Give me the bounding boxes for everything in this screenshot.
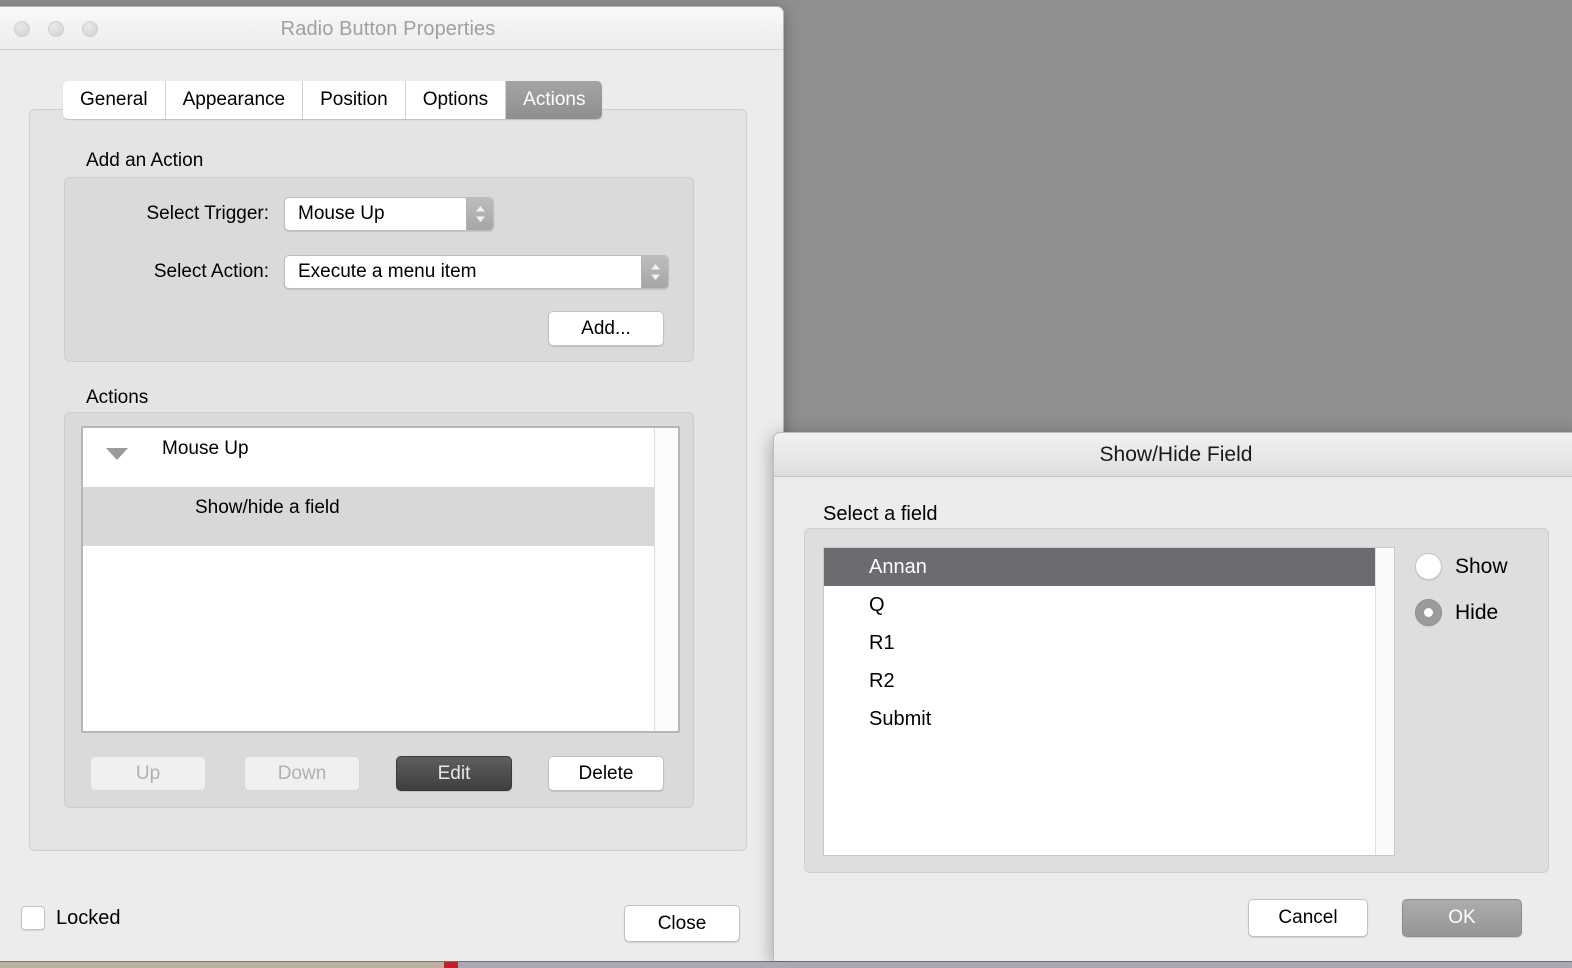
radio-button-properties-window: Radio Button Properties General Appearan… [0, 6, 784, 961]
chevron-updown-icon [466, 198, 493, 230]
window-title: Radio Button Properties [280, 18, 496, 40]
locked-checkbox-row[interactable]: Locked [21, 906, 121, 930]
actions-tree-list[interactable]: Mouse Up Show/hide a field [81, 426, 680, 733]
hide-radio-button[interactable] [1415, 599, 1442, 626]
show-radio-label: Show [1455, 554, 1508, 578]
disclosure-triangle-icon[interactable] [106, 448, 128, 460]
tab-actions[interactable]: Actions [506, 81, 603, 119]
hide-radio-row[interactable]: Hide [1415, 599, 1498, 626]
list-item[interactable]: R2 [824, 662, 1394, 700]
move-action-up-button[interactable]: Up [90, 756, 206, 791]
dialog-titlebar[interactable]: Show/Hide Field [774, 433, 1572, 477]
add-an-action-label: Add an Action [86, 150, 204, 171]
cancel-button[interactable]: Cancel [1248, 899, 1368, 937]
select-trigger-label: Select Trigger: [146, 203, 270, 224]
tab-bar: General Appearance Position Options Acti… [63, 81, 603, 119]
field-list[interactable]: Annan Q R1 R2 Submit [823, 547, 1395, 856]
close-button[interactable]: Close [624, 905, 740, 942]
delete-action-button[interactable]: Delete [548, 756, 664, 791]
add-action-button[interactable]: Add... [548, 311, 664, 346]
locked-checkbox[interactable] [21, 906, 45, 930]
tree-row-trigger[interactable]: Mouse Up [83, 428, 678, 487]
chevron-updown-icon [641, 256, 668, 288]
tab-options[interactable]: Options [405, 81, 507, 119]
select-action-value: Execute a menu item [298, 261, 477, 282]
select-action-dropdown[interactable]: Execute a menu item [284, 255, 669, 289]
desktop-background: Radio Button Properties General Appearan… [0, 0, 1572, 968]
list-item[interactable]: Submit [824, 700, 1394, 738]
field-list-scrollbar[interactable] [1375, 548, 1394, 855]
bottom-strip-segment [0, 962, 444, 968]
locked-label: Locked [56, 906, 121, 929]
actions-list-scrollbar[interactable] [654, 428, 678, 731]
tab-appearance[interactable]: Appearance [165, 81, 304, 119]
select-trigger-dropdown[interactable]: Mouse Up [284, 197, 494, 231]
screen-bottom-strip [0, 962, 1572, 968]
bottom-strip-marker [444, 962, 458, 968]
move-action-down-button[interactable]: Down [244, 756, 360, 791]
select-a-field-label: Select a field [823, 503, 938, 525]
dialog-title: Show/Hide Field [1099, 442, 1253, 466]
list-item[interactable]: Q [824, 586, 1394, 624]
tab-general[interactable]: General [63, 81, 166, 119]
tree-row-action[interactable]: Show/hide a field [83, 487, 678, 546]
show-radio-button[interactable] [1415, 553, 1442, 580]
actions-label: Actions [86, 387, 149, 408]
select-trigger-value: Mouse Up [298, 203, 385, 224]
window-titlebar[interactable]: Radio Button Properties [0, 7, 783, 50]
tab-position[interactable]: Position [303, 81, 406, 119]
show-hide-field-dialog: Show/Hide Field Select a field Annan Q R… [773, 432, 1572, 961]
show-radio-row[interactable]: Show [1415, 553, 1508, 580]
list-item[interactable]: R1 [824, 624, 1394, 662]
edit-action-button[interactable]: Edit [396, 756, 512, 791]
select-action-label: Select Action: [153, 261, 269, 282]
list-item[interactable]: Annan [824, 548, 1394, 586]
hide-radio-label: Hide [1455, 600, 1499, 624]
tree-row-label: Show/hide a field [195, 497, 340, 518]
ok-button[interactable]: OK [1402, 899, 1522, 937]
